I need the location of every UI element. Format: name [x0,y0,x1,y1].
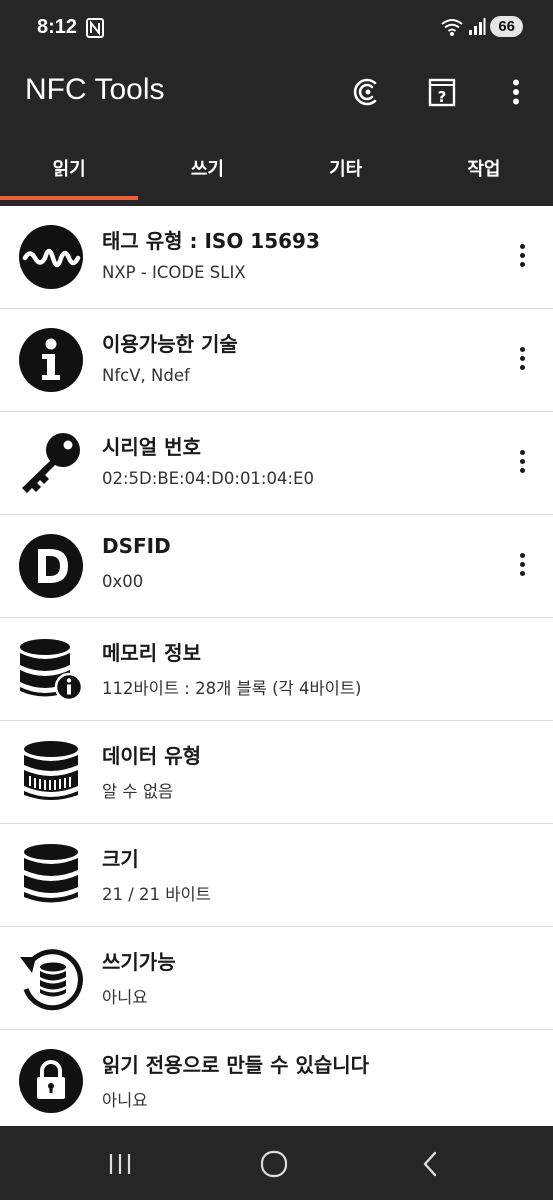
list-item-serial-number[interactable]: 시리얼 번호 02:5D:BE:04:D0:01:04:E0 [0,412,553,515]
database-icon [24,741,78,800]
lock-icon [19,1049,83,1113]
item-title: 크기 [102,847,139,871]
waveform-icon [19,225,83,289]
svg-text:?: ? [438,88,447,106]
item-menu-button[interactable] [517,244,527,270]
item-title: 데이터 유형 [102,744,201,768]
nfc-scan-button[interactable] [348,72,388,112]
app-bar: NFC Tools ? [0,58,553,138]
item-title: 태그 유형 : ISO 15693 [102,229,320,253]
item-value: NXP - ICODE SLIX [102,263,246,282]
tag-info-list: 태그 유형 : ISO 15693 NXP - ICODE SLIX 이용가능한… [0,206,553,1132]
tab-tasks[interactable]: 작업 [415,138,553,206]
list-item-size[interactable]: 크기 21 / 21 바이트 [0,824,553,927]
status-time: 8:12 [37,16,78,38]
overflow-menu-button[interactable] [496,72,536,112]
item-value: 21 / 21 바이트 [102,885,211,904]
item-title: DSFID [102,534,171,558]
database-info-icon [20,639,84,702]
key-icon [22,433,80,493]
signal-icon [469,17,486,35]
item-menu-button[interactable] [517,347,527,373]
item-menu-button[interactable] [517,450,527,476]
item-value: 02:5D:BE:04:D0:01:04:E0 [102,469,314,488]
list-item-tag-type[interactable]: 태그 유형 : ISO 15693 NXP - ICODE SLIX [0,206,553,309]
status-indicators: 66 [440,16,523,37]
home-button[interactable] [254,1146,294,1182]
item-menu-button[interactable] [517,553,527,579]
database-stack-icon [24,844,78,903]
item-title: 메모리 정보 [102,641,201,665]
nfc-scan-icon [353,78,377,106]
database-refresh-icon [20,949,83,1011]
tab-write[interactable]: 쓰기 [138,138,276,206]
item-value: NfcV, Ndef [102,366,190,385]
battery-badge: 66 [490,16,523,37]
letter-d-icon [19,534,83,598]
tab-other[interactable]: 기타 [277,138,415,206]
info-icon [19,328,83,392]
list-item-can-make-read-only[interactable]: 읽기 전용으로 만들 수 있습니다 아니요 [0,1030,553,1132]
back-icon [423,1151,437,1177]
item-value: 112바이트 : 28개 블록 (각 4바이트) [102,679,362,698]
recent-apps-icon [109,1154,131,1174]
nfc-status-icon [86,18,104,38]
item-value: 아니요 [102,1091,148,1110]
item-value: 알 수 없음 [102,782,174,801]
recent-apps-button[interactable] [100,1146,140,1182]
list-item-technologies[interactable]: 이용가능한 기술 NfcV, Ndef [0,309,553,412]
list-item-memory-info[interactable]: 메모리 정보 112바이트 : 28개 블록 (각 4바이트) [0,618,553,721]
tab-read[interactable]: 읽기 [0,138,139,206]
home-icon [260,1150,288,1178]
back-button[interactable] [410,1146,450,1182]
wifi-icon [441,18,463,36]
list-item-dsfid[interactable]: DSFID 0x00 [0,515,553,618]
item-title: 시리얼 번호 [102,435,201,459]
more-vert-icon [513,79,519,105]
item-title: 읽기 전용으로 만들 수 있습니다 [102,1053,370,1077]
item-title: 쓰기가능 [102,950,176,974]
item-value: 아니요 [102,988,148,1007]
help-button[interactable]: ? [422,72,462,112]
system-nav-bar [0,1126,553,1200]
list-item-data-type[interactable]: 데이터 유형 알 수 없음 [0,721,553,824]
tab-bar: 읽기 쓰기 기타 작업 [0,138,553,206]
help-book-icon: ? [428,78,456,107]
item-value: 0x00 [102,572,144,591]
app-title: NFC Tools [25,73,165,106]
item-title: 이용가능한 기술 [102,332,238,356]
status-bar: 8:12 66 [0,0,553,58]
list-item-writable[interactable]: 쓰기가능 아니요 [0,927,553,1030]
